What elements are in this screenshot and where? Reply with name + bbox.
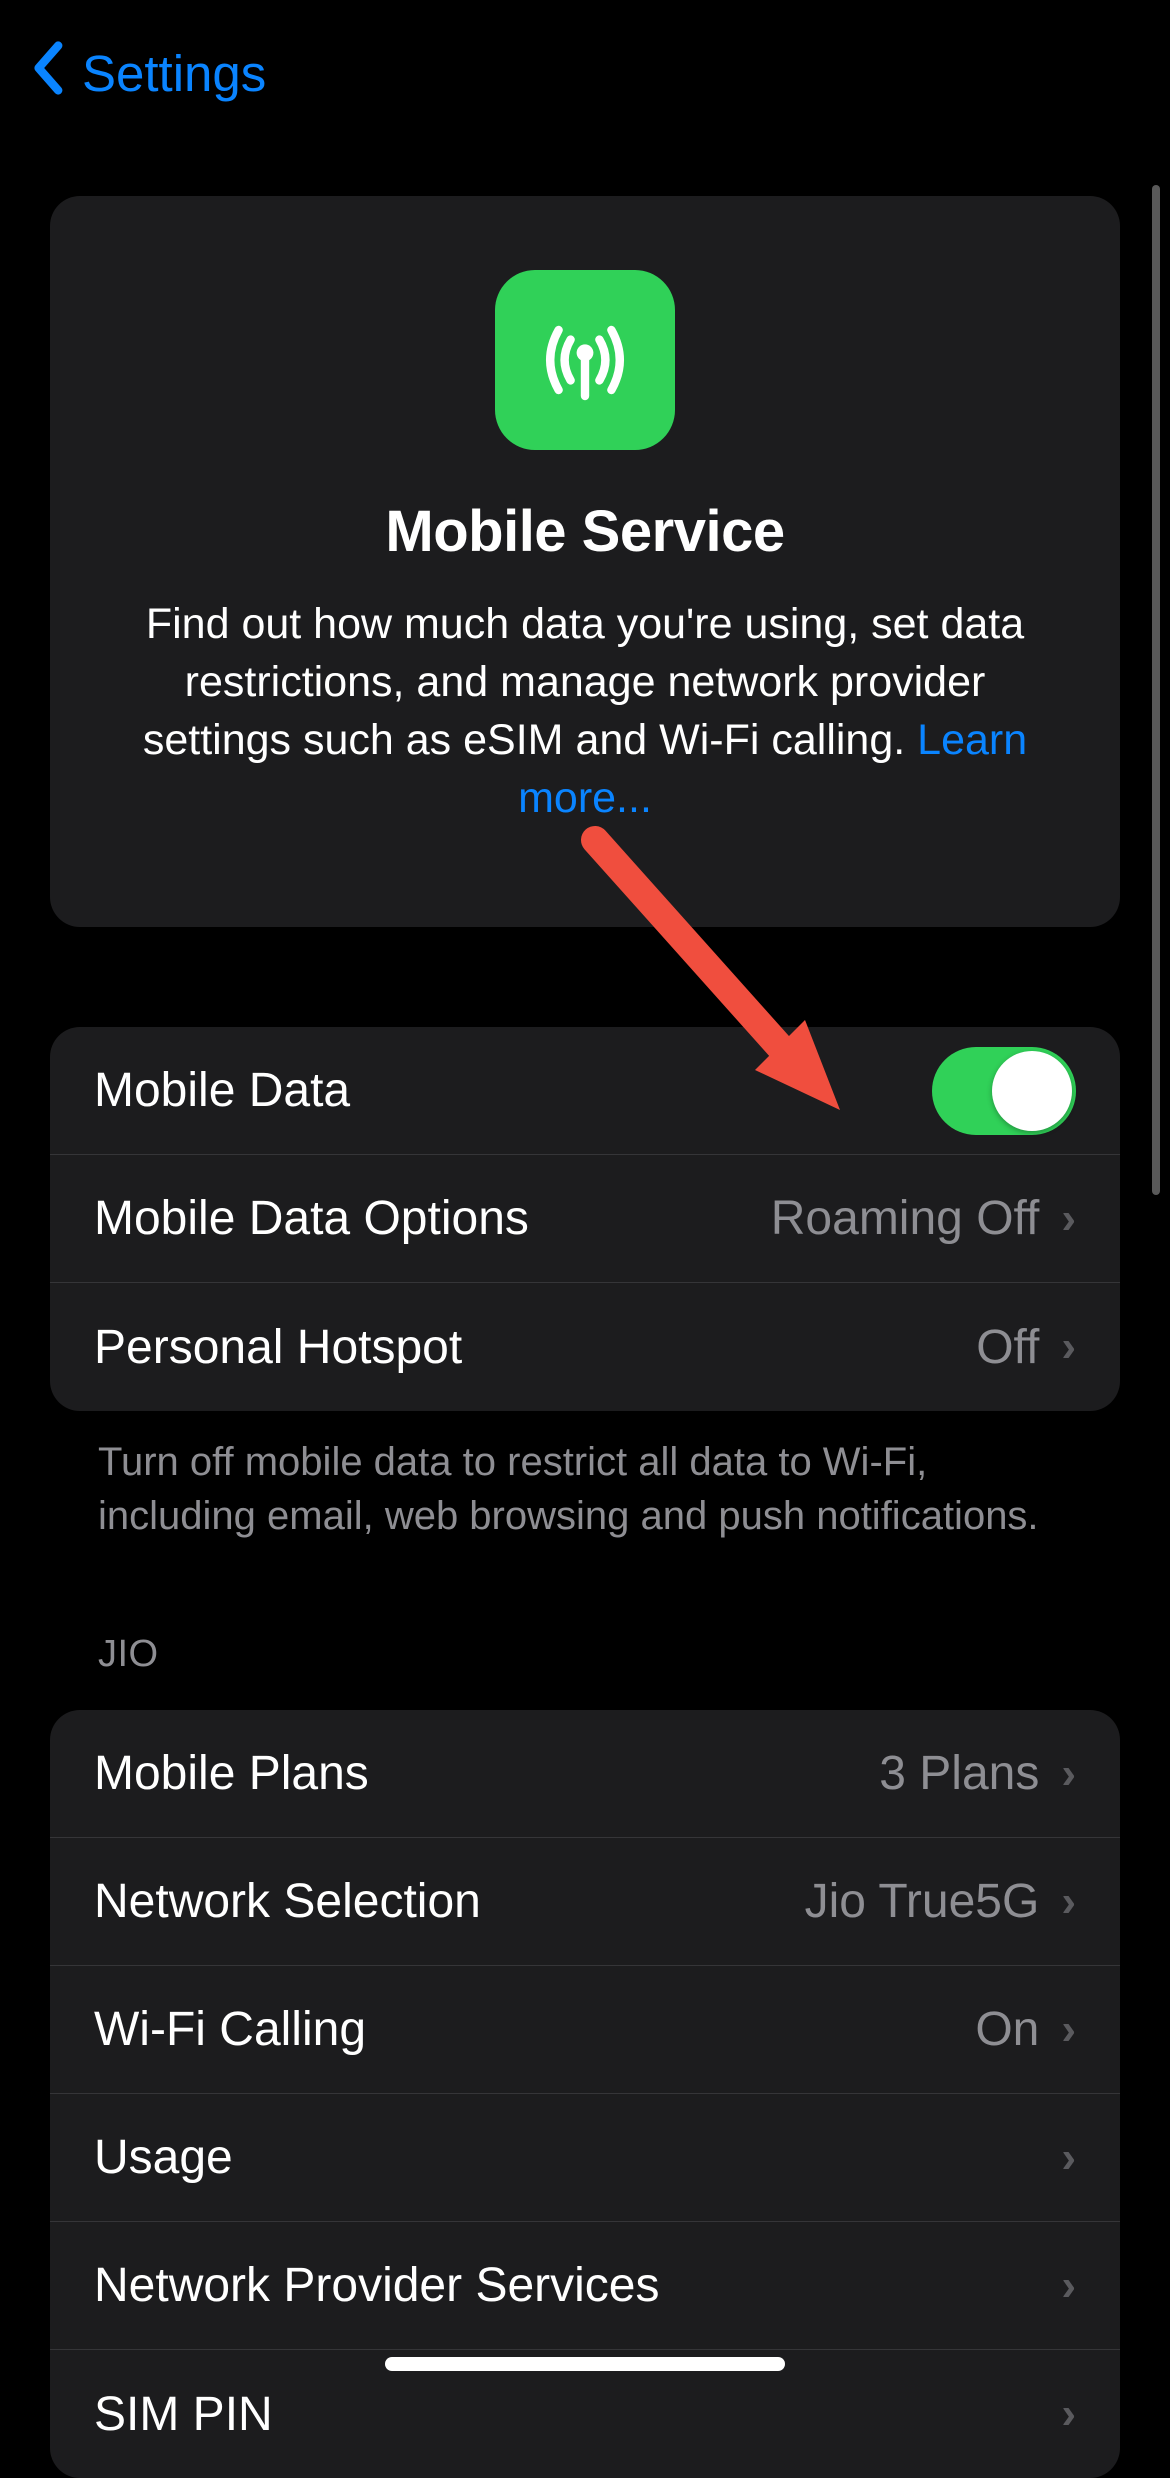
mobile-plans-label: Mobile Plans: [94, 1746, 369, 1801]
chevron-right-icon: ›: [1061, 2005, 1076, 2055]
mobile-data-row: Mobile Data: [50, 1027, 1120, 1155]
personal-hotspot-label: Personal Hotspot: [94, 1320, 462, 1375]
scrollbar-indicator[interactable]: [1152, 185, 1160, 1195]
chevron-right-icon: ›: [1061, 1877, 1076, 1927]
mobile-data-toggle[interactable]: [932, 1047, 1076, 1135]
nav-header: Settings: [0, 0, 1170, 136]
switch-knob: [992, 1051, 1072, 1131]
mobile-data-options-row[interactable]: Mobile Data Options Roaming Off ›: [50, 1155, 1120, 1283]
sim-pin-label: SIM PIN: [94, 2387, 273, 2442]
mobile-data-options-value: Roaming Off: [771, 1191, 1040, 1246]
antenna-icon: [495, 270, 675, 450]
network-selection-label: Network Selection: [94, 1874, 481, 1929]
mobile-plans-row[interactable]: Mobile Plans 3 Plans ›: [50, 1710, 1120, 1838]
back-chevron-icon[interactable]: [30, 40, 64, 106]
wifi-calling-label: Wi-Fi Calling: [94, 2002, 366, 2057]
page-description: Find out how much data you're using, set…: [110, 595, 1060, 827]
page-description-text: Find out how much data you're using, set…: [143, 600, 1024, 764]
chevron-right-icon: ›: [1061, 1322, 1076, 1372]
scroll-content[interactable]: Mobile Service Find out how much data yo…: [0, 196, 1170, 2478]
mobile-data-group: Mobile Data Mobile Data Options Roaming …: [50, 1027, 1120, 1411]
back-button-label[interactable]: Settings: [82, 44, 266, 103]
home-indicator[interactable]: [385, 2357, 785, 2371]
personal-hotspot-row[interactable]: Personal Hotspot Off ›: [50, 1283, 1120, 1411]
mobile-data-footer-text: Turn off mobile data to restrict all dat…: [50, 1411, 1120, 1543]
usage-label: Usage: [94, 2130, 233, 2185]
chevron-right-icon: ›: [1061, 2261, 1076, 2311]
chevron-right-icon: ›: [1061, 2133, 1076, 2183]
network-selection-value: Jio True5G: [805, 1874, 1040, 1929]
network-provider-services-label: Network Provider Services: [94, 2258, 660, 2313]
wifi-calling-value: On: [975, 2002, 1039, 2057]
chevron-right-icon: ›: [1061, 1194, 1076, 1244]
chevron-right-icon: ›: [1061, 2389, 1076, 2439]
network-provider-services-row[interactable]: Network Provider Services ›: [50, 2222, 1120, 2350]
hero-card: Mobile Service Find out how much data yo…: [50, 196, 1120, 927]
usage-row[interactable]: Usage ›: [50, 2094, 1120, 2222]
mobile-data-options-label: Mobile Data Options: [94, 1191, 529, 1246]
personal-hotspot-value: Off: [976, 1320, 1039, 1375]
chevron-right-icon: ›: [1061, 1749, 1076, 1799]
wifi-calling-row[interactable]: Wi-Fi Calling On ›: [50, 1966, 1120, 2094]
mobile-plans-value: 3 Plans: [879, 1746, 1039, 1801]
mobile-data-label: Mobile Data: [94, 1063, 350, 1118]
network-selection-row[interactable]: Network Selection Jio True5G ›: [50, 1838, 1120, 1966]
page-title: Mobile Service: [110, 498, 1060, 565]
carrier-section-header: JIO: [50, 1543, 1120, 1690]
